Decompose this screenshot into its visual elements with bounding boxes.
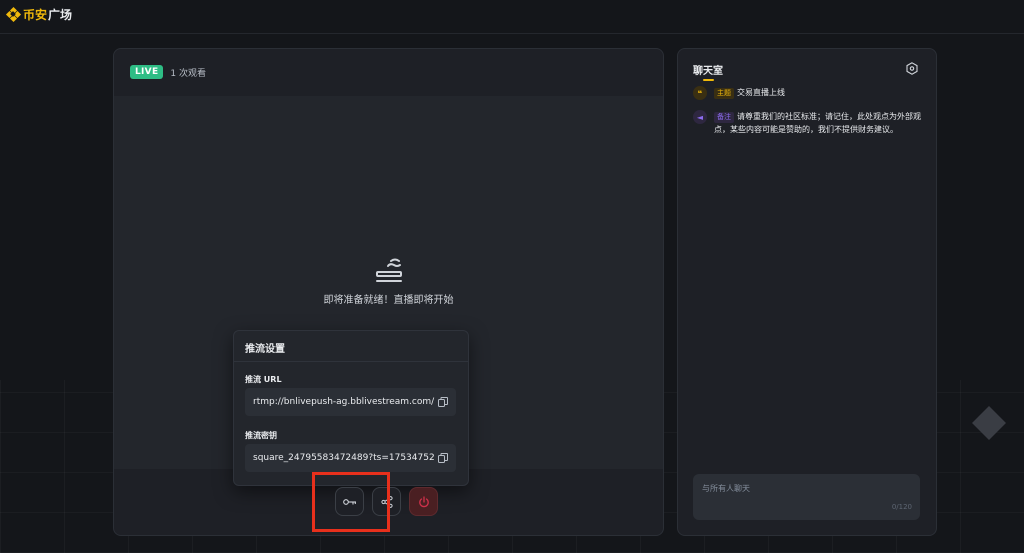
- standby-message: 即将准备就绪！直播即将开始: [114, 257, 663, 306]
- chat-message-text: 交易直播上线: [737, 88, 785, 97]
- chat-input-placeholder: 与所有人聊天: [702, 484, 750, 493]
- chat-message-notice: ◄ 备注 请尊重我们的社区标准；请记住，此处观点为外部观点，某些内容可能是赞助的，…: [693, 110, 925, 136]
- chat-message-body: 主题 交易直播上线: [714, 86, 785, 100]
- power-icon: [418, 495, 429, 507]
- push-settings-title: 推流设置: [245, 344, 285, 355]
- live-badge: LIVE: [130, 65, 164, 79]
- push-settings-card: 推流设置 推流 URL rtmp://bnlivepush-ag.bblives…: [233, 330, 469, 486]
- chat-settings-icon[interactable]: [906, 62, 918, 75]
- end-stream-button[interactable]: [409, 487, 438, 516]
- brand-logo[interactable]: 币安 广场: [5, 6, 73, 23]
- brand-subtitle: 广场: [48, 8, 73, 22]
- chat-title: 聊天室: [693, 66, 723, 77]
- brand-name: 币安: [23, 8, 48, 22]
- stream-header: LIVE 1 次观看: [130, 65, 206, 79]
- push-url-field[interactable]: rtmp://bnlivepush-ag.bblivestream.com/: [245, 388, 456, 416]
- standby-text: 即将准备就绪！直播即将开始: [323, 295, 454, 306]
- viewer-count: 1 次观看: [170, 68, 206, 79]
- chat-message-text: 请尊重我们的社区标准；请记住，此处观点为外部观点，某些内容可能是赞助的，我们不提…: [714, 112, 921, 134]
- megaphone-icon: ◄: [693, 110, 707, 124]
- copy-icon[interactable]: [438, 397, 448, 407]
- annotation-highlight-box: [312, 472, 390, 532]
- chat-message-body: 备注 请尊重我们的社区标准；请记住，此处观点为外部观点，某些内容可能是赞助的，我们…: [714, 110, 925, 136]
- topic-tag: 主题: [714, 88, 734, 99]
- broadcast-standby-icon: [375, 258, 402, 282]
- chat-char-count: 0/120: [891, 503, 912, 511]
- quote-icon: ❝: [693, 86, 707, 100]
- chat-input[interactable]: 与所有人聊天 0/120: [693, 474, 920, 520]
- push-url-label: 推流 URL: [245, 375, 282, 384]
- push-key-field[interactable]: square_24795583472489?ts=17534752: [245, 444, 456, 472]
- chat-message-topic: ❝ 主题 交易直播上线: [693, 86, 925, 100]
- copy-icon[interactable]: [438, 453, 448, 463]
- push-url-value: rtmp://bnlivepush-ag.bblivestream.com/: [253, 397, 435, 407]
- top-bar: 币安 广场: [0, 0, 1024, 34]
- push-key-value: square_24795583472489?ts=17534752: [253, 453, 435, 463]
- decorative-diamond: [972, 406, 1006, 440]
- push-key-label: 推流密钥: [245, 431, 277, 440]
- chat-title-underline: [703, 79, 714, 81]
- notice-tag: 备注: [714, 112, 734, 123]
- binance-logo-icon: [5, 6, 22, 23]
- push-settings-divider: [234, 361, 468, 362]
- chat-panel: 聊天室 ❝ 主题 交易直播上线 ◄ 备注 请尊重我们的社区标准；请记住，此处观点为外…: [677, 48, 937, 536]
